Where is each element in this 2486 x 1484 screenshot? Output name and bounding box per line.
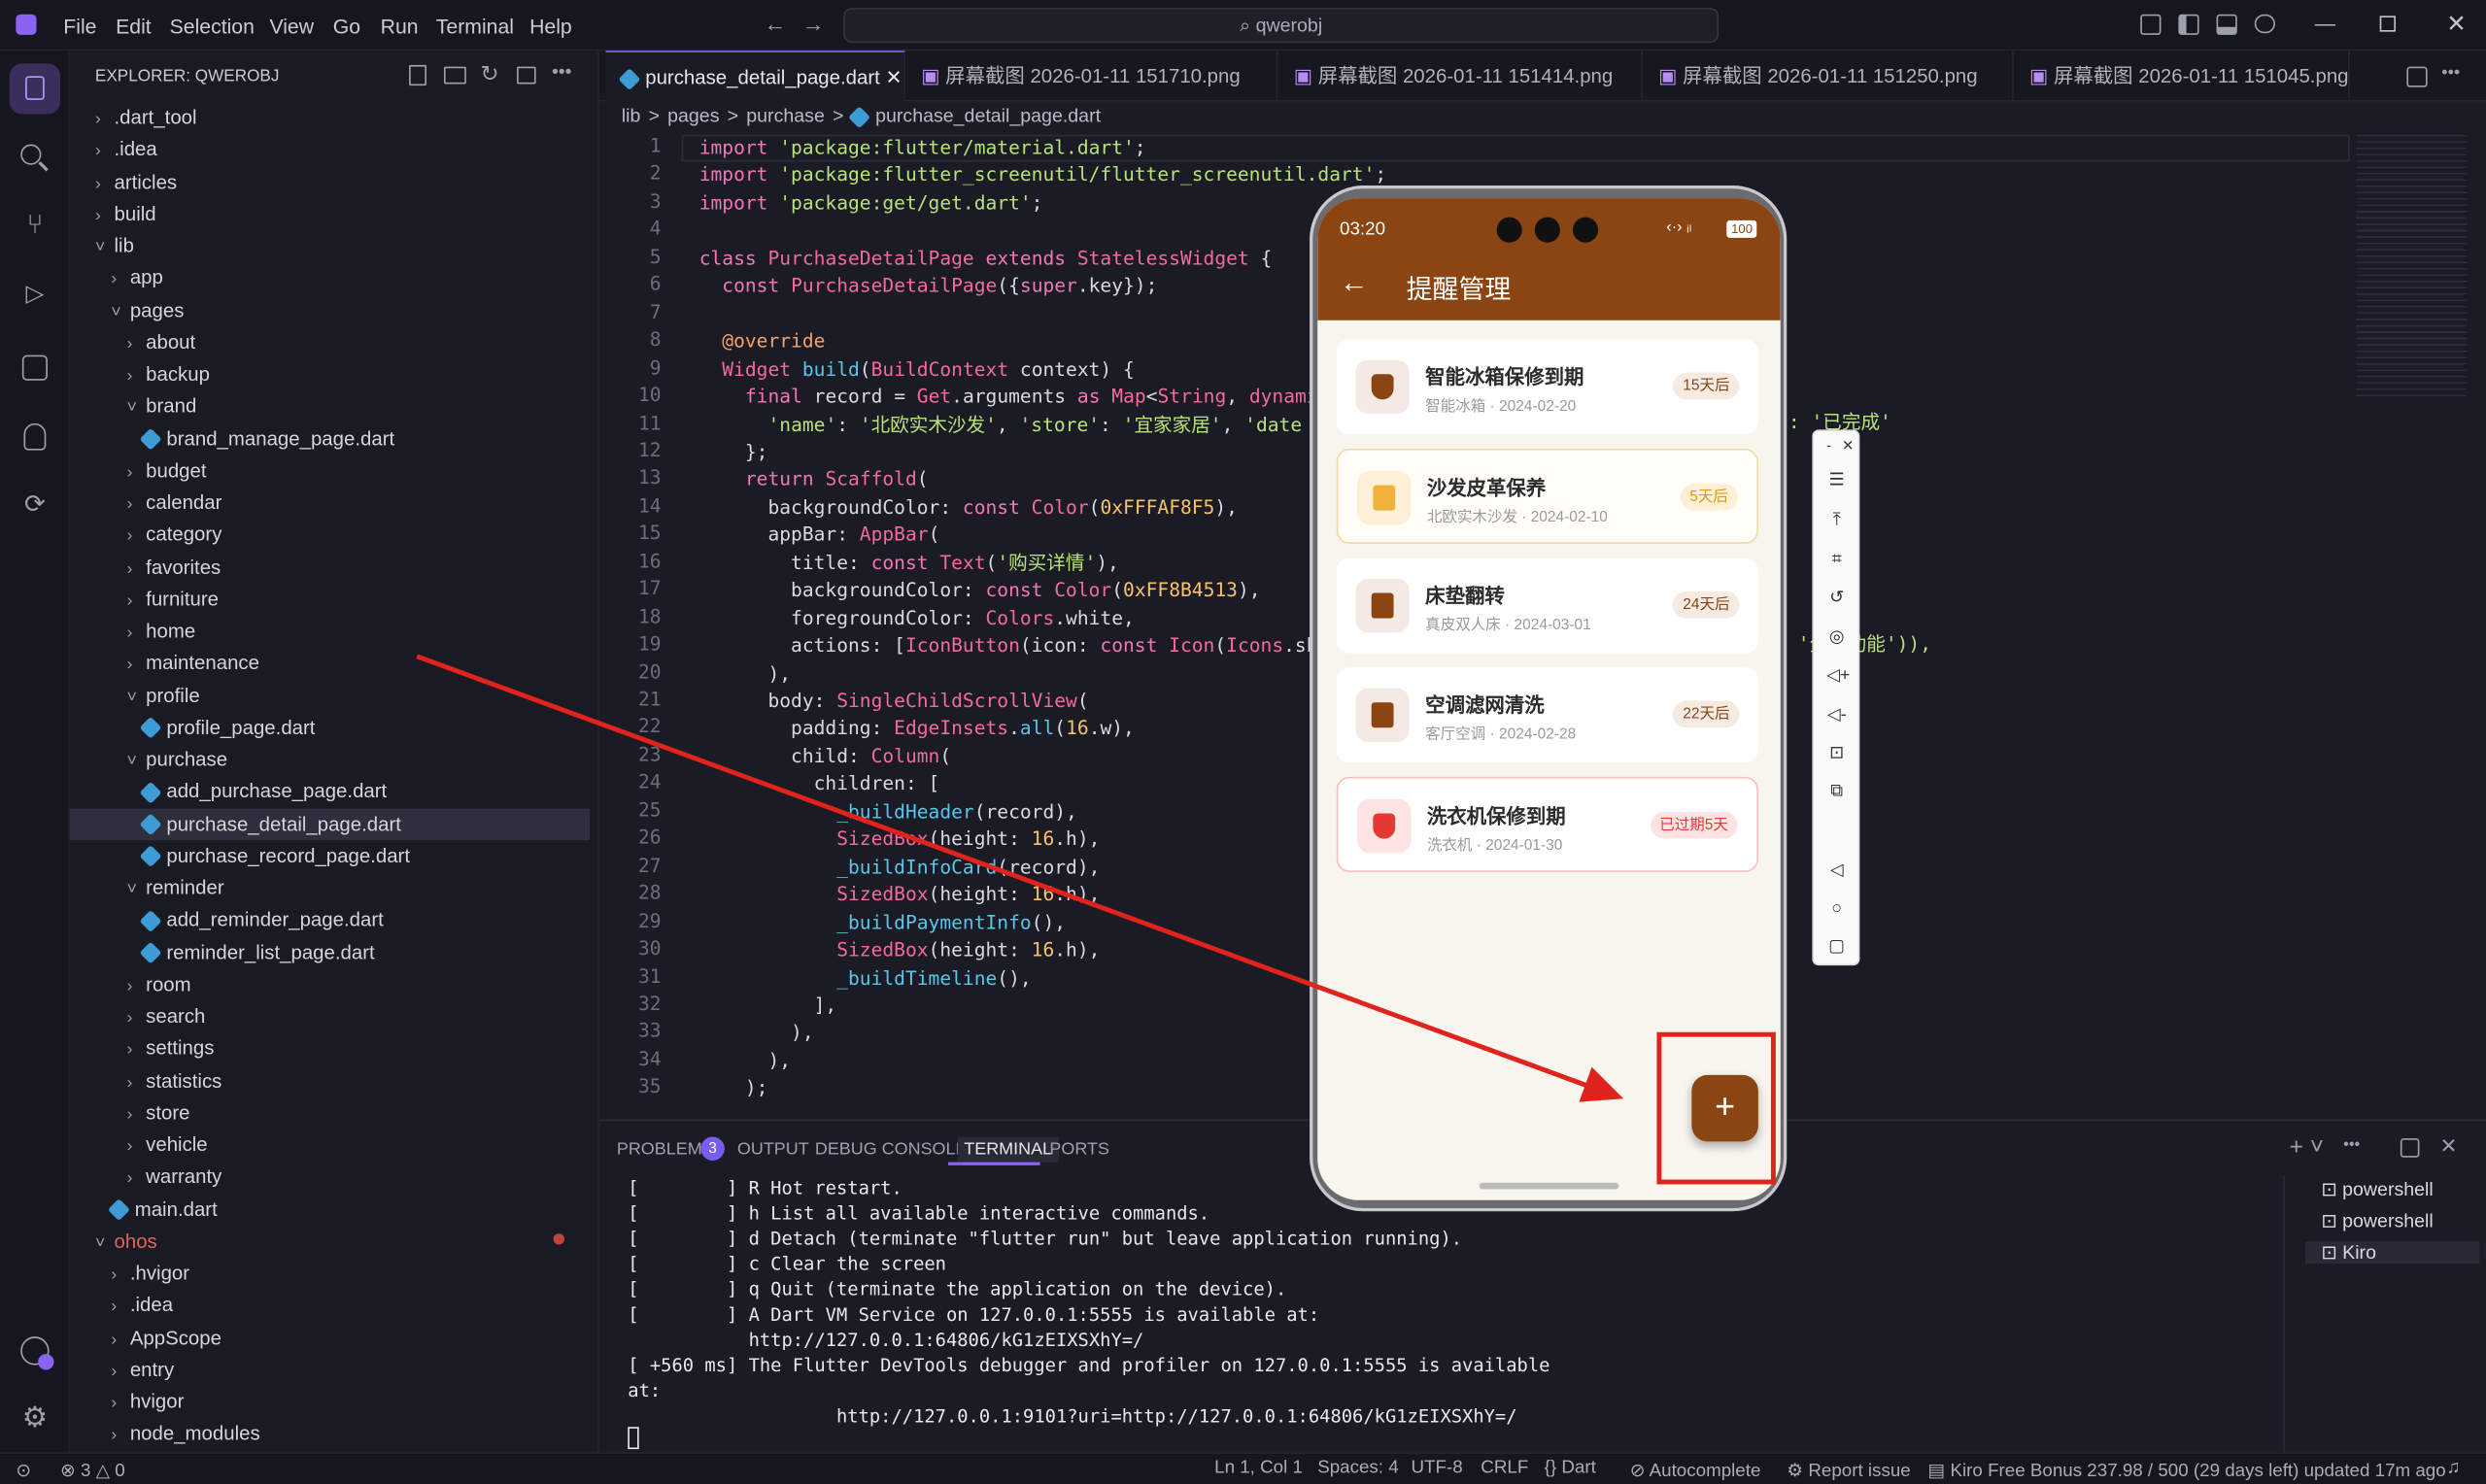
- annotation-arrow: [416, 654, 1624, 1102]
- annotation-highlight-box: [1656, 1031, 1776, 1185]
